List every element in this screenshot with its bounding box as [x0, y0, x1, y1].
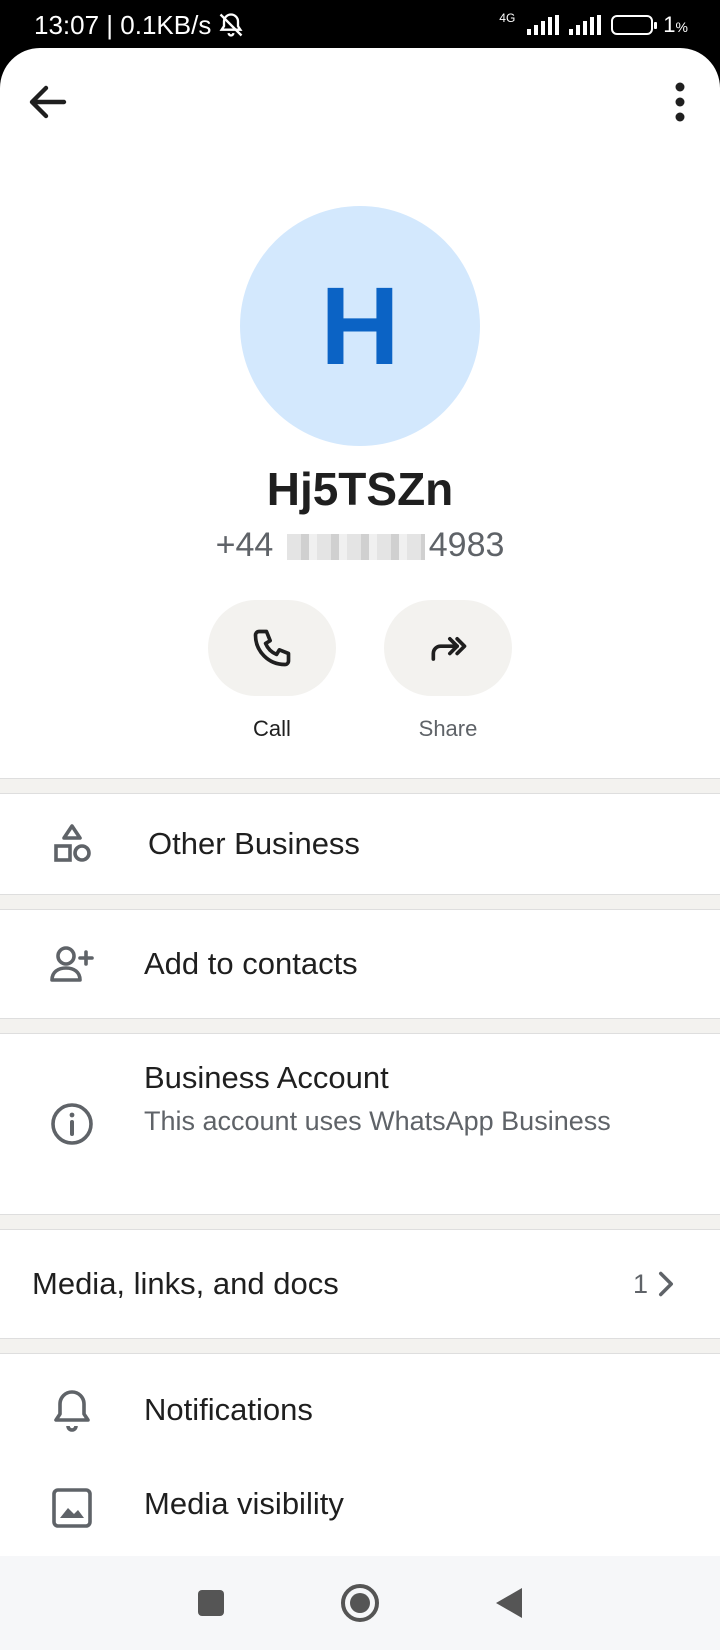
- more-vert-icon[interactable]: [668, 78, 692, 126]
- contact-phone: +44 4983: [0, 526, 720, 565]
- media-links-docs-label: Media, links, and docs: [32, 1266, 339, 1301]
- divider: [0, 1338, 720, 1354]
- notifications-row[interactable]: Notifications: [0, 1354, 720, 1466]
- share-button-bg[interactable]: [384, 600, 512, 696]
- battery-percent: 1%: [663, 12, 688, 37]
- signal-icon-2: [569, 15, 602, 35]
- divider: [0, 894, 720, 910]
- media-visibility-label: Media visibility: [144, 1486, 344, 1521]
- recents-square-icon[interactable]: [196, 1588, 226, 1618]
- info-icon: [51, 1103, 93, 1145]
- share-label: Share: [418, 716, 478, 741]
- share-button[interactable]: Share: [384, 600, 512, 742]
- contact-info-screen: H Hj5TSZn +44 4983 Call Share Other Busi…: [0, 48, 720, 1556]
- avatar-letter: H: [320, 264, 400, 388]
- other-business-row[interactable]: Other Business: [0, 794, 720, 894]
- add-person-icon: [50, 946, 94, 982]
- chevron-right-icon: [659, 1271, 673, 1297]
- share-forward-icon: [431, 637, 467, 661]
- back-arrow-icon[interactable]: [24, 78, 72, 126]
- call-button[interactable]: Call: [208, 600, 336, 742]
- status-bar: 13:07 | 0.1KB/s 4G 1%: [0, 0, 720, 50]
- system-nav-bar: [0, 1556, 720, 1650]
- back-triangle-icon[interactable]: [494, 1586, 524, 1620]
- business-account-title: Business Account: [144, 1060, 389, 1095]
- bell-icon: [54, 1390, 90, 1432]
- divider: [0, 1018, 720, 1034]
- status-time: 13:07 | 0.1KB/s: [34, 9, 212, 40]
- media-visibility-row[interactable]: Media visibility: [0, 1466, 720, 1556]
- call-label: Call: [253, 716, 291, 741]
- add-contacts-row[interactable]: Add to contacts: [0, 910, 720, 1018]
- home-circle-icon[interactable]: [339, 1582, 381, 1624]
- divider: [0, 778, 720, 794]
- signal-icon: [527, 15, 560, 35]
- call-button-bg[interactable]: [208, 600, 336, 696]
- phone-icon: [253, 629, 291, 667]
- shapes-icon: [54, 824, 91, 862]
- contact-name: Hj5TSZn: [266, 463, 454, 515]
- media-count: 1: [632, 1268, 648, 1299]
- avatar[interactable]: H: [240, 206, 480, 446]
- battery-icon: [611, 15, 658, 35]
- divider: [0, 1214, 720, 1230]
- business-account-desc: This account uses WhatsApp Business: [144, 1106, 611, 1136]
- phone-suffix: 4983: [428, 526, 505, 564]
- network-type: 4G: [499, 11, 516, 25]
- bell-muted-icon: [219, 13, 243, 37]
- top-bar: [0, 48, 720, 158]
- image-icon: [52, 1488, 92, 1528]
- business-account-text: Business Account This account uses Whats…: [144, 1060, 644, 1138]
- phone-redacted: [286, 534, 425, 561]
- notifications-label: Notifications: [144, 1392, 313, 1427]
- phone-prefix: +44: [215, 526, 274, 564]
- other-business-label: Other Business: [148, 826, 360, 861]
- add-contacts-label: Add to contacts: [144, 946, 358, 981]
- media-links-docs-row[interactable]: Media, links, and docs 1: [0, 1230, 720, 1338]
- business-account-row[interactable]: Business Account This account uses Whats…: [0, 1034, 720, 1214]
